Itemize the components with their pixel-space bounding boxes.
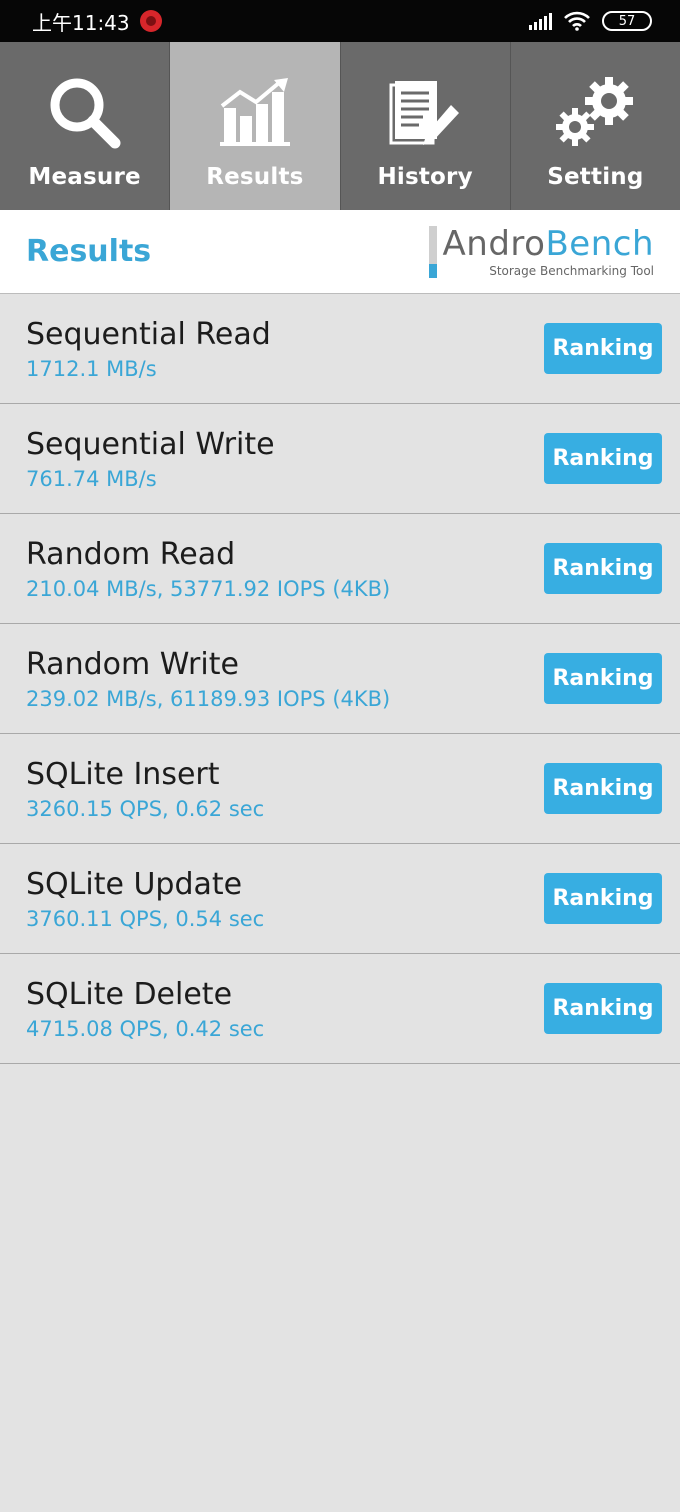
ranking-button[interactable]: Ranking bbox=[544, 983, 662, 1034]
ranking-button[interactable]: Ranking bbox=[544, 323, 662, 374]
tab-measure[interactable]: Measure bbox=[0, 42, 171, 210]
tab-bar: Measure Results History Setting bbox=[0, 42, 680, 210]
tab-label: History bbox=[377, 164, 473, 190]
result-name: Sequential Write bbox=[26, 426, 275, 462]
result-row-random-write: Random Write 239.02 MB/s, 61189.93 IOPS … bbox=[0, 624, 680, 734]
status-right: 57 bbox=[529, 11, 652, 31]
document-edit-icon bbox=[389, 70, 461, 156]
result-list: Sequential Read 1712.1 MB/s Ranking Sequ… bbox=[0, 294, 680, 1064]
tab-label: Measure bbox=[28, 164, 141, 190]
logo-bar bbox=[428, 225, 437, 278]
result-row-sqlite-update: SQLite Update 3760.11 QPS, 0.54 sec Rank… bbox=[0, 844, 680, 954]
signal-icon bbox=[529, 12, 552, 30]
result-name: Random Write bbox=[26, 646, 239, 682]
result-name: SQLite Insert bbox=[26, 756, 220, 792]
logo-bench: Bench bbox=[545, 223, 654, 264]
result-value: 239.02 MB/s, 61189.93 IOPS (4KB) bbox=[26, 686, 391, 711]
ranking-button[interactable]: Ranking bbox=[544, 763, 662, 814]
androbench-logo: AndroBench Storage Benchmarking Tool bbox=[428, 225, 654, 278]
page-title: Results bbox=[26, 234, 152, 269]
result-value: 1712.1 MB/s bbox=[26, 356, 157, 381]
ranking-button[interactable]: Ranking bbox=[544, 543, 662, 594]
status-bar: 上午11:43 57 bbox=[0, 0, 680, 42]
tab-results[interactable]: Results bbox=[170, 42, 341, 210]
result-name: Random Read bbox=[26, 536, 236, 572]
result-row-sequential-write: Sequential Write 761.74 MB/s Ranking bbox=[0, 404, 680, 514]
result-row-random-read: Random Read 210.04 MB/s, 53771.92 IOPS (… bbox=[0, 514, 680, 624]
result-name: SQLite Delete bbox=[26, 976, 233, 1012]
logo-subtitle: Storage Benchmarking Tool bbox=[489, 263, 654, 278]
ranking-button[interactable]: Ranking bbox=[544, 433, 662, 484]
search-icon bbox=[47, 70, 123, 156]
gear-icon bbox=[553, 70, 637, 156]
result-value: 210.04 MB/s, 53771.92 IOPS (4KB) bbox=[26, 576, 391, 601]
results-header: Results AndroBench Storage Benchmarking … bbox=[0, 210, 680, 294]
result-value: 3260.15 QPS, 0.62 sec bbox=[26, 796, 265, 821]
chart-icon bbox=[219, 70, 290, 156]
tab-setting[interactable]: Setting bbox=[511, 42, 680, 210]
result-row-sequential-read: Sequential Read 1712.1 MB/s Ranking bbox=[0, 294, 680, 404]
result-name: Sequential Read bbox=[26, 316, 271, 352]
ranking-button[interactable]: Ranking bbox=[544, 873, 662, 924]
logo-andro: Andro bbox=[442, 223, 546, 264]
ranking-button[interactable]: Ranking bbox=[544, 653, 662, 704]
tab-label: Results bbox=[206, 164, 304, 190]
result-value: 4715.08 QPS, 0.42 sec bbox=[26, 1016, 265, 1041]
battery-icon: 57 bbox=[602, 11, 652, 31]
wifi-icon bbox=[564, 11, 590, 31]
result-value: 3760.11 QPS, 0.54 sec bbox=[26, 906, 265, 931]
status-left: 上午11:43 bbox=[32, 7, 162, 36]
result-row-sqlite-insert: SQLite Insert 3260.15 QPS, 0.62 sec Rank… bbox=[0, 734, 680, 844]
logo-text: AndroBench Storage Benchmarking Tool bbox=[443, 226, 654, 278]
result-row-sqlite-delete: SQLite Delete 4715.08 QPS, 0.42 sec Rank… bbox=[0, 954, 680, 1064]
app-notification-icon bbox=[139, 10, 162, 32]
result-name: SQLite Update bbox=[26, 866, 243, 902]
logo-wordmark: AndroBench bbox=[443, 226, 654, 262]
result-value: 761.74 MB/s bbox=[26, 466, 157, 491]
tab-history[interactable]: History bbox=[341, 42, 511, 210]
tab-label: Setting bbox=[547, 164, 644, 190]
status-time: 上午11:43 bbox=[32, 10, 130, 35]
